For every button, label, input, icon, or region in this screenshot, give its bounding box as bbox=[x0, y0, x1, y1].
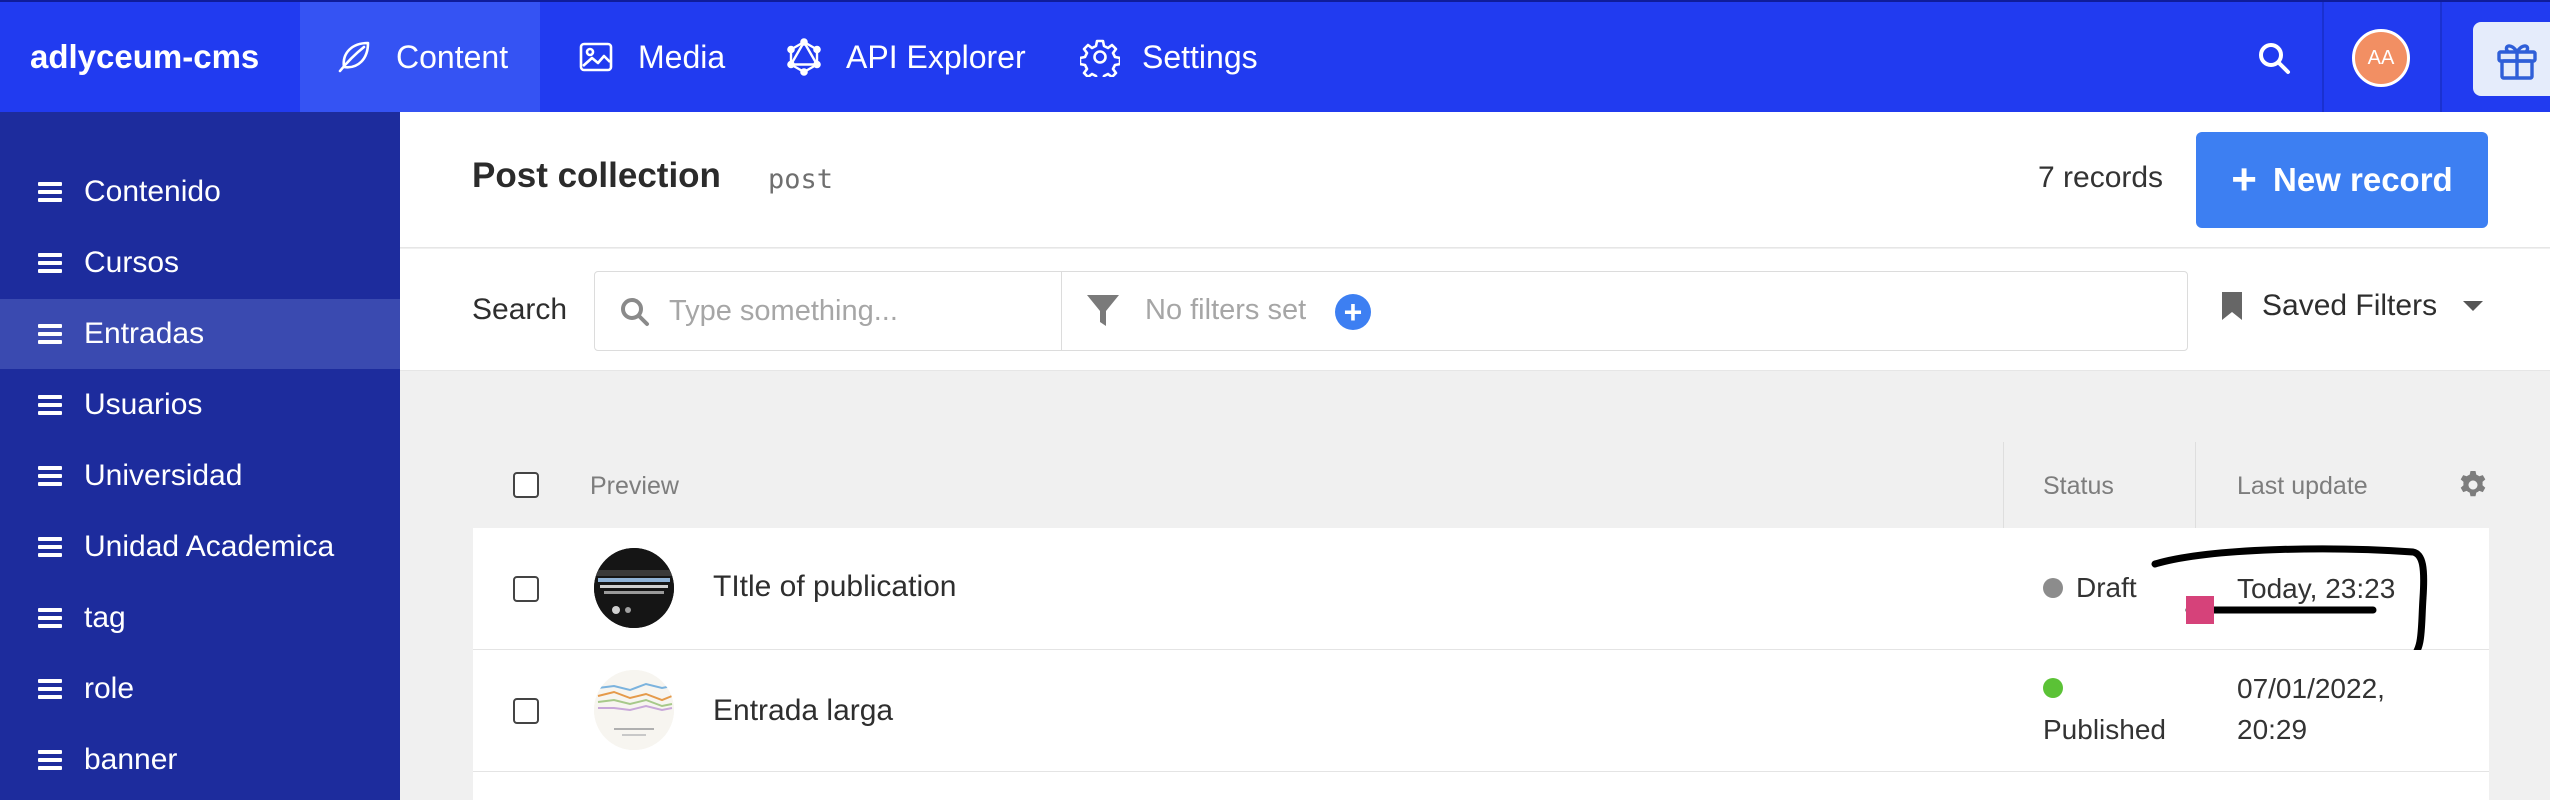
record-title[interactable]: TItle of publication bbox=[713, 570, 956, 604]
bookmark-icon bbox=[2222, 292, 2242, 320]
table-row[interactable]: TItle of publication Draft Today, 23:23 bbox=[473, 528, 2489, 671]
leaf-icon bbox=[338, 41, 370, 73]
nav-settings[interactable]: Settings bbox=[1080, 2, 1258, 112]
select-all-checkbox[interactable] bbox=[513, 472, 539, 498]
nav-content-label: Content bbox=[396, 38, 509, 75]
sidebar-item-label: role bbox=[84, 672, 135, 705]
new-record-button[interactable]: + New record bbox=[2196, 132, 2488, 228]
gear-icon[interactable] bbox=[2457, 468, 2489, 500]
last-update-date: 07/01/2022, bbox=[2237, 673, 2385, 704]
menu-icon bbox=[38, 750, 62, 770]
menu-icon bbox=[38, 182, 62, 202]
nav-content[interactable]: Content bbox=[300, 2, 540, 112]
sidebar-item-banner[interactable]: banner bbox=[0, 725, 400, 795]
menu-icon bbox=[38, 324, 62, 344]
sidebar-item-universidad[interactable]: Universidad bbox=[0, 441, 400, 511]
search-icon bbox=[621, 298, 649, 326]
thumbnail-image bbox=[594, 548, 674, 628]
plus-icon: + bbox=[1343, 294, 1363, 330]
chevron-down-icon bbox=[2463, 301, 2484, 311]
status-dot-published bbox=[2043, 678, 2063, 698]
record-title[interactable]: Entrada larga bbox=[713, 694, 893, 728]
gear-icon bbox=[1080, 39, 1120, 77]
sidebar-item-label: Universidad bbox=[84, 459, 243, 492]
sidebar-item-tag[interactable]: tag bbox=[0, 583, 400, 653]
sidebar-item-label: Entradas bbox=[84, 317, 205, 350]
menu-icon bbox=[38, 679, 62, 699]
column-preview[interactable]: Preview bbox=[590, 472, 679, 501]
nav-media[interactable]: Media bbox=[576, 2, 725, 112]
collection-header: Post collection post 7 records + New rec… bbox=[400, 112, 2550, 248]
sidebar-item-role[interactable]: role bbox=[0, 654, 400, 724]
sidebar-item-entradas[interactable]: Entradas bbox=[0, 299, 400, 369]
sidebar-item-label: Unidad Academica bbox=[84, 530, 335, 563]
saved-filters-label: Saved Filters bbox=[2262, 289, 2438, 322]
saved-filters-dropdown[interactable]: Saved Filters bbox=[2220, 289, 2484, 323]
top-navigation-bar: adlyceum-cms Content Media API Explorer bbox=[0, 0, 2550, 112]
model-api-key: post bbox=[768, 164, 834, 195]
column-status[interactable]: Status bbox=[2043, 472, 2114, 501]
nav-api-explorer[interactable]: API Explorer bbox=[784, 2, 1026, 112]
search-bar: Search No filters set + Saved Filters bbox=[400, 249, 2550, 371]
sidebar: Contenido Cursos Entradas Usuarios Unive… bbox=[0, 112, 400, 800]
row-checkbox[interactable] bbox=[513, 576, 539, 602]
sidebar-item-label: tag bbox=[84, 601, 126, 634]
last-update-time: 20:29 bbox=[2237, 714, 2308, 745]
status-dot-draft bbox=[2043, 578, 2063, 598]
sidebar-item-label: Contenido bbox=[84, 175, 221, 208]
graphql-icon bbox=[787, 38, 821, 76]
avatar[interactable]: AA bbox=[2352, 29, 2410, 87]
whats-new-button[interactable] bbox=[2473, 22, 2550, 96]
column-divider bbox=[2195, 442, 2196, 528]
menu-icon bbox=[38, 253, 62, 273]
nav-settings-label: Settings bbox=[1142, 38, 1258, 75]
menu-icon bbox=[38, 395, 62, 415]
image-icon bbox=[579, 42, 613, 72]
nav-media-label: Media bbox=[638, 38, 726, 75]
search-box: No filters set + bbox=[594, 271, 2188, 351]
sidebar-item-cursos[interactable]: Cursos bbox=[0, 228, 400, 298]
record-thumbnail bbox=[594, 670, 674, 750]
gift-icon bbox=[2497, 44, 2537, 80]
status-label: Published bbox=[2043, 714, 2166, 745]
divider bbox=[2322, 2, 2324, 112]
annotation-marker bbox=[2186, 596, 2214, 624]
divider bbox=[2440, 2, 2442, 112]
brand-name[interactable]: adlyceum-cms bbox=[30, 2, 259, 112]
nav-api-explorer-label: API Explorer bbox=[846, 38, 1026, 75]
record-count: 7 records bbox=[2038, 161, 2164, 194]
sidebar-item-label: Cursos bbox=[84, 246, 180, 279]
table-row[interactable]: Entrada larga Published 07/01/2022, 20:2… bbox=[473, 650, 2489, 772]
sidebar-item-label: Usuarios bbox=[84, 388, 203, 421]
column-divider bbox=[2003, 442, 2004, 528]
search-label: Search bbox=[472, 293, 568, 326]
new-record-label: New record bbox=[2272, 161, 2453, 198]
menu-icon bbox=[38, 537, 62, 557]
row-checkbox[interactable] bbox=[513, 698, 539, 724]
filters-status: No filters set bbox=[1145, 294, 1307, 326]
sidebar-item-label: banner bbox=[84, 743, 178, 776]
plus-icon: + bbox=[2231, 155, 2257, 204]
page-title: Post collection bbox=[472, 156, 721, 195]
sidebar-item-usuarios[interactable]: Usuarios bbox=[0, 370, 400, 440]
column-last-update[interactable]: Last update bbox=[2237, 472, 2368, 501]
thumbnail-image bbox=[594, 670, 674, 750]
sidebar-item-contenido[interactable]: Contenido bbox=[0, 157, 400, 227]
search-icon[interactable] bbox=[2256, 40, 2292, 76]
sidebar-item-unidad-academica[interactable]: Unidad Academica bbox=[0, 512, 400, 582]
status-label: Draft bbox=[2076, 572, 2137, 603]
menu-icon bbox=[38, 608, 62, 628]
add-filter-button[interactable]: + bbox=[1335, 294, 1371, 330]
table-row[interactable] bbox=[473, 772, 2489, 800]
main-content: Post collection post 7 records + New rec… bbox=[400, 112, 2550, 800]
table-header: Preview Status Last update bbox=[473, 442, 2489, 528]
record-thumbnail bbox=[594, 548, 674, 628]
search-input[interactable] bbox=[669, 286, 1049, 336]
filter-icon[interactable] bbox=[1085, 292, 1121, 330]
menu-icon bbox=[38, 466, 62, 486]
divider bbox=[1061, 272, 1062, 350]
